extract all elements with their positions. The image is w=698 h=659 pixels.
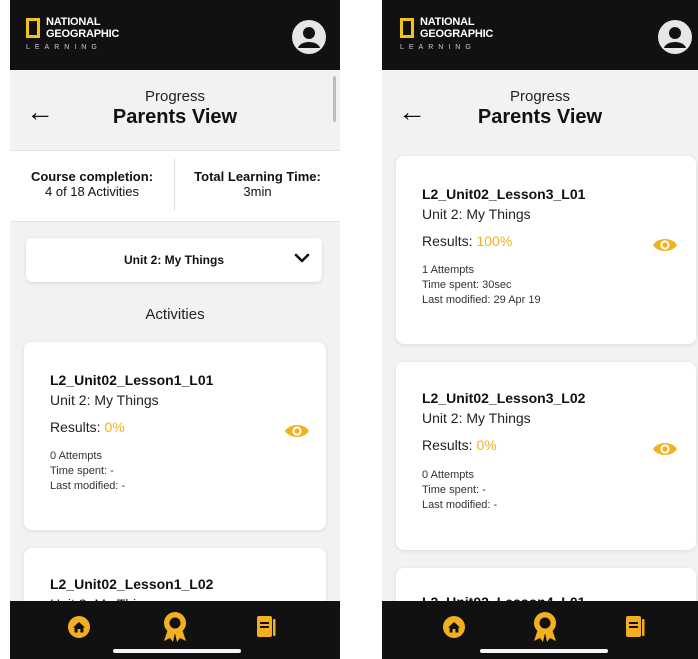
logo-line2: GEOGRAPHIC bbox=[46, 28, 120, 40]
activity-results: Results: 0% bbox=[50, 419, 125, 435]
activity-card[interactable]: L2_Unit02_Lesson3_L01 Unit 2: My Things … bbox=[396, 156, 696, 344]
time-spent-text: Time spent: 30sec bbox=[422, 279, 512, 291]
last-modified-text: Last modified: - bbox=[422, 499, 498, 511]
activity-title: L2_Unit02_Lesson1_L02 bbox=[50, 576, 214, 592]
activity-unit: Unit 2: My Things bbox=[422, 206, 531, 222]
logo-yellow-border bbox=[400, 18, 414, 38]
unit-select-value: Unit 2: My Things bbox=[124, 253, 224, 267]
course-completion-stat: Course completion: 4 of 18 Activities bbox=[10, 169, 174, 199]
home-icon[interactable] bbox=[67, 615, 91, 644]
page-subtitle: Progress bbox=[509, 88, 571, 105]
home-indicator bbox=[480, 649, 608, 653]
progress-stats: Course completion: 4 of 18 Activities To… bbox=[10, 150, 340, 222]
activity-unit: Unit 2: My Things bbox=[422, 410, 531, 426]
activity-card[interactable]: L2_Unit02_Lesson3_L02 Unit 2: My Things … bbox=[396, 362, 696, 550]
logo-line3: LEARNING bbox=[26, 44, 102, 51]
results-label: Results: bbox=[422, 437, 473, 453]
bottom-nav bbox=[10, 601, 340, 659]
activity-meta: 1 Attempts Time spent: 30sec Last modifi… bbox=[422, 263, 541, 308]
last-modified-text: Last modified: 29 Apr 19 bbox=[422, 294, 541, 306]
eye-icon[interactable] bbox=[652, 440, 678, 463]
home-icon[interactable] bbox=[442, 615, 466, 644]
book-icon[interactable] bbox=[255, 615, 277, 644]
activities-heading: Activities bbox=[145, 306, 205, 323]
page-header: ← Progress Parents View bbox=[10, 70, 340, 150]
logo-line1: NATIONAL bbox=[46, 16, 101, 28]
award-icon[interactable] bbox=[160, 611, 190, 648]
top-bar: NATIONAL GEOGRAPHIC LEARNING bbox=[10, 0, 340, 70]
page-title: Parents View bbox=[477, 106, 603, 128]
book-icon[interactable] bbox=[624, 615, 646, 644]
results-value: 0% bbox=[104, 419, 125, 435]
bottom-nav bbox=[382, 601, 698, 659]
user-avatar-icon[interactable] bbox=[658, 20, 692, 54]
page-header: ← Progress Parents View bbox=[382, 70, 698, 152]
scrollbar[interactable] bbox=[333, 76, 336, 122]
activity-title: L2_Unit02_Lesson3_L02 bbox=[422, 390, 586, 406]
activity-results: Results: 100% bbox=[422, 233, 512, 249]
results-label: Results: bbox=[422, 233, 473, 249]
home-indicator bbox=[113, 649, 241, 653]
award-icon[interactable] bbox=[530, 611, 560, 648]
total-time-value: 3min bbox=[243, 184, 272, 199]
eye-icon[interactable] bbox=[652, 236, 678, 259]
activity-card[interactable]: L2_Unit02_Lesson1_L01 Unit 2: My Things … bbox=[24, 342, 326, 530]
total-time-label: Total Learning Time: bbox=[194, 169, 321, 184]
results-label: Results: bbox=[50, 419, 101, 435]
activity-unit: Unit 2: My Things bbox=[50, 392, 159, 408]
attempts-text: 0 Attempts bbox=[50, 450, 102, 462]
chevron-down-icon bbox=[294, 250, 310, 271]
phone-screen-left: NATIONAL GEOGRAPHIC LEARNING ← Progress … bbox=[10, 0, 340, 659]
total-time-stat: Total Learning Time: 3min bbox=[175, 169, 340, 199]
unit-select-dropdown[interactable]: Unit 2: My Things bbox=[26, 238, 322, 282]
activity-title: L2_Unit02_Lesson3_L01 bbox=[422, 186, 586, 202]
eye-icon[interactable] bbox=[284, 422, 310, 445]
activity-meta: 0 Attempts Time spent: - Last modified: … bbox=[422, 468, 497, 513]
attempts-text: 0 Attempts bbox=[422, 469, 474, 481]
logo-yellow-border bbox=[26, 18, 40, 38]
logo-line1: NATIONAL bbox=[420, 16, 475, 28]
course-completion-value: 4 of 18 Activities bbox=[45, 184, 139, 199]
phone-screen-right: NATIONAL GEOGRAPHIC LEARNING ← Progress … bbox=[382, 0, 698, 659]
logo-line3: LEARNING bbox=[400, 44, 476, 51]
results-value: 0% bbox=[476, 437, 497, 453]
activity-meta: 0 Attempts Time spent: - Last modified: … bbox=[50, 449, 125, 494]
page-title: Parents View bbox=[112, 106, 238, 128]
user-avatar-icon[interactable] bbox=[292, 20, 326, 54]
attempts-text: 1 Attempts bbox=[422, 264, 474, 276]
last-modified-text: Last modified: - bbox=[50, 480, 126, 492]
time-spent-text: Time spent: - bbox=[50, 465, 114, 477]
course-completion-label: Course completion: bbox=[30, 169, 154, 184]
logo-line2: GEOGRAPHIC bbox=[420, 28, 494, 40]
time-spent-text: Time spent: - bbox=[422, 484, 486, 496]
results-value: 100% bbox=[476, 233, 513, 249]
top-bar: NATIONAL GEOGRAPHIC LEARNING bbox=[382, 0, 698, 70]
activity-title: L2_Unit02_Lesson1_L01 bbox=[50, 372, 214, 388]
activity-results: Results: 0% bbox=[422, 437, 497, 453]
page-subtitle: Progress bbox=[144, 88, 206, 105]
